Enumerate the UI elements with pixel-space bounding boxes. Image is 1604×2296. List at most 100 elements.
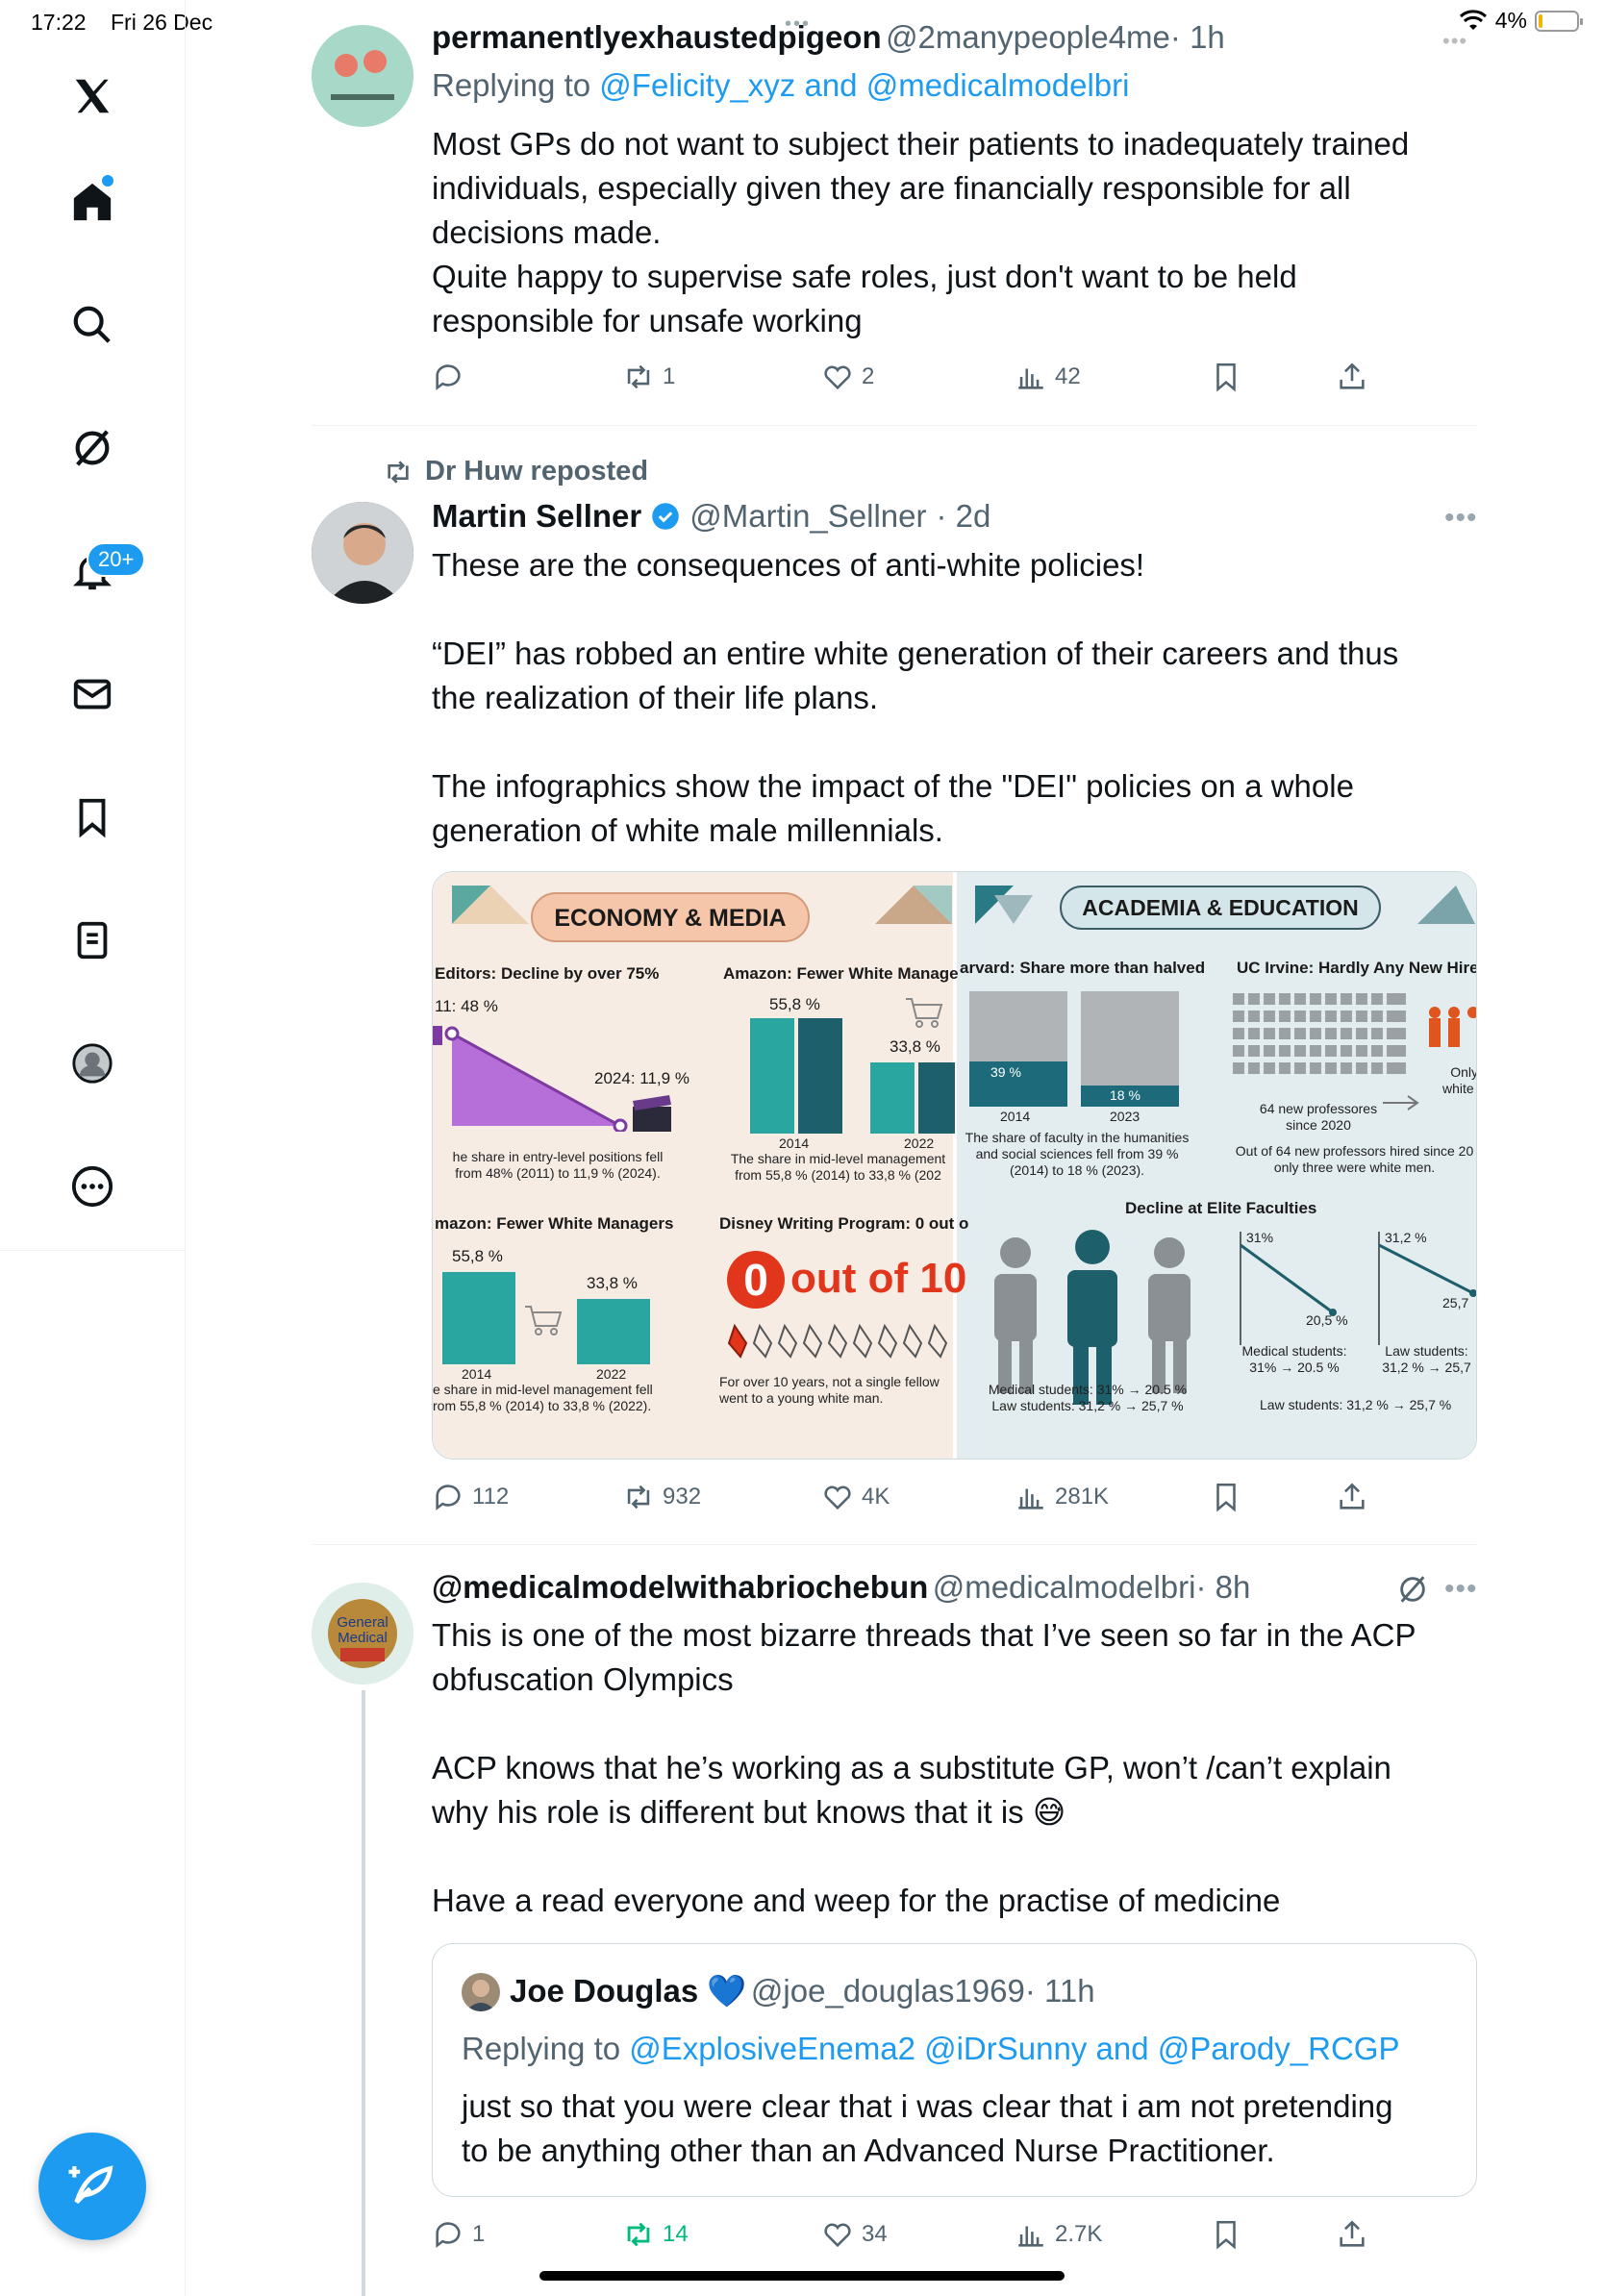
caption-line: Medical students: 31% → 20.5 % (988, 1382, 1188, 1397)
more-options-icon[interactable]: ••• (1444, 1573, 1478, 1606)
elite-law-summary: Law students: 31,2 % → 25,7 % (1260, 1397, 1452, 1412)
amazon-managers-title: mazon: Fewer White Managers (435, 1214, 674, 1233)
grok-icon[interactable] (56, 412, 129, 485)
share-icon (1340, 1483, 1365, 1510)
disney-title: Disney Writing Program: 0 out o (719, 1214, 969, 1233)
home-indicator[interactable] (539, 2271, 1065, 2281)
caption-line: only three were white men. (1273, 1160, 1436, 1175)
repost-icon (627, 2222, 650, 2247)
views-button[interactable]: 42 (1015, 361, 1081, 393)
amazon-managers-caption: e share in mid-level management fell rom… (433, 1382, 683, 1414)
ucirvine-new-hires: 64 new professores since 2020 (1246, 1101, 1391, 1134)
like-button[interactable]: 34 (821, 2218, 888, 2251)
avatar[interactable]: General Medical (312, 1583, 414, 1685)
elite-med-end: 20,5 % (1306, 1312, 1348, 1328)
post-time[interactable]: · 1h (1170, 19, 1225, 55)
author-name[interactable]: permanentlyexhaustedpigeon (432, 19, 882, 55)
more-icon[interactable]: ••• (1442, 29, 1467, 54)
caption-line: from 48% (2011) to 11,9 % (2024). (455, 1165, 661, 1181)
caption-line: he share in entry-level positions fell (452, 1149, 664, 1164)
repost-indicator: Dr Huw reposted (383, 456, 648, 487)
reply-count: 112 (472, 1484, 510, 1510)
x-logo-icon[interactable] (56, 60, 129, 133)
quote-avatar[interactable] (462, 1973, 500, 2011)
bookmark-button[interactable] (1210, 361, 1242, 393)
author-handle[interactable]: @medicalmodelbri (933, 1569, 1196, 1605)
home-icon[interactable] (56, 165, 129, 238)
views-count: 42 (1055, 363, 1081, 389)
amazon-bar (750, 1018, 794, 1134)
post-time[interactable]: · 8h (1195, 1569, 1250, 1605)
author-name[interactable]: Martin Sellner (432, 498, 641, 535)
harvard-value-2023: 18 % (1110, 1087, 1140, 1103)
search-icon[interactable] (56, 288, 129, 362)
views-button[interactable]: 2.7K (1015, 2218, 1102, 2251)
share-button[interactable] (1336, 1481, 1368, 1513)
like-button[interactable]: 2 (821, 361, 874, 393)
sidebar-divider (0, 1250, 186, 1251)
profile-avatar-icon[interactable] (56, 1027, 129, 1100)
more-options-icon[interactable]: ••• (1444, 502, 1478, 535)
caption-line: Law students: (1385, 1343, 1468, 1359)
caption-line: and social sciences fell from 39 % (975, 1146, 1179, 1161)
repost-button[interactable]: 14 (622, 2218, 689, 2251)
quote-replying-to: Replying to @ExplosiveEnema2 @iDrSunny a… (462, 2031, 1399, 2067)
repost-button[interactable]: 932 (622, 1481, 701, 1513)
people-caption: Medical students: 31% → 20.5 % Law stude… (967, 1382, 1208, 1414)
amazon-caption: The share in mid-level management from 5… (721, 1151, 955, 1184)
quote-author-name[interactable]: Joe Douglas 💙 (510, 1973, 746, 2009)
share-button[interactable] (1336, 2218, 1368, 2251)
caption-line: since 2020 (1286, 1117, 1351, 1133)
reply-button[interactable] (432, 361, 472, 393)
amazon-value-2014: 55,8 % (769, 995, 820, 1013)
post-time[interactable]: · 2d (937, 498, 991, 535)
editors-start-value: 11: 48 % (435, 997, 498, 1015)
bookmarks-icon[interactable] (56, 781, 129, 854)
replying-to-links[interactable]: @Felicity_xyz and @medicalmodelbri (599, 67, 1129, 103)
tweet-text-line: ACP knows that he’s working as a substit… (432, 1750, 1391, 1785)
economy-media-title: ECONOMY & MEDIA (531, 892, 810, 942)
share-button[interactable] (1336, 361, 1368, 393)
infographic-image[interactable]: ECONOMY & MEDIA ACADEMIA & EDUCATION Edi… (432, 871, 1477, 1460)
tweet-text-line: decisions made. (432, 214, 662, 250)
caption-line: rom 55,8 % (2014) to 33,8 % (2022). (433, 1398, 652, 1413)
caption-line: white r (1442, 1081, 1476, 1096)
grok-icon[interactable] (1396, 1573, 1429, 1606)
tweet-separator (312, 1544, 1477, 1545)
tweet-text: Most GPs do not want to subject their pa… (432, 122, 1409, 343)
editors-title: Editors: Decline by over 75% (435, 964, 660, 983)
reply-button[interactable]: 1 (432, 2218, 485, 2251)
bookmark-button[interactable] (1210, 1481, 1242, 1513)
author-handle[interactable]: @Martin_Sellner (689, 498, 926, 535)
repost-button[interactable]: 1 (622, 361, 675, 393)
views-button[interactable]: 281K (1015, 1481, 1109, 1513)
bookmark-button[interactable] (1210, 2218, 1242, 2251)
elite-law-start: 31,2 % (1385, 1230, 1427, 1245)
quote-post-time[interactable]: · 11h (1025, 1973, 1095, 2009)
amazon-managers-value-2014: 55,8 % (452, 1247, 503, 1265)
messages-icon[interactable] (56, 658, 129, 731)
reply-button[interactable]: 112 (432, 1481, 509, 1513)
amazon-managers-bar (577, 1299, 650, 1364)
author-name[interactable]: @medicalmodelwithabriochebun (432, 1569, 928, 1605)
lists-icon[interactable] (56, 904, 129, 977)
replying-to-links[interactable]: @ExplosiveEnema2 @iDrSunny and @Parody_R… (629, 2031, 1399, 2066)
avatar[interactable] (312, 25, 414, 127)
author-handle[interactable]: @2manypeople4me (886, 19, 1170, 55)
graduates-icon (1429, 1007, 1476, 1047)
amazon-value-2022: 33,8 % (890, 1037, 940, 1056)
quote-author-handle[interactable]: @joe_douglas1969 (751, 1973, 1025, 2009)
more-menu-icon[interactable] (56, 1150, 129, 1223)
like-button[interactable]: 4K (821, 1481, 890, 1513)
cart-icon (906, 998, 943, 1028)
svg-text:Medical: Medical (338, 1630, 388, 1646)
compose-post-button[interactable] (38, 2133, 146, 2240)
tweet-text-line: the realization of their life plans. (432, 680, 879, 715)
quoted-post[interactable]: Joe Douglas 💙 @joe_douglas1969· 11h Repl… (432, 1943, 1477, 2197)
share-icon (1340, 362, 1365, 389)
reposted-by-label[interactable]: Dr Huw reposted (425, 456, 648, 487)
avatar[interactable] (312, 502, 414, 604)
views-count: 2.7K (1055, 2221, 1103, 2247)
tweet-text: This is one of the most bizarre threads … (432, 1613, 1416, 1923)
amazon-managers-value-2022: 33,8 % (587, 1274, 638, 1292)
